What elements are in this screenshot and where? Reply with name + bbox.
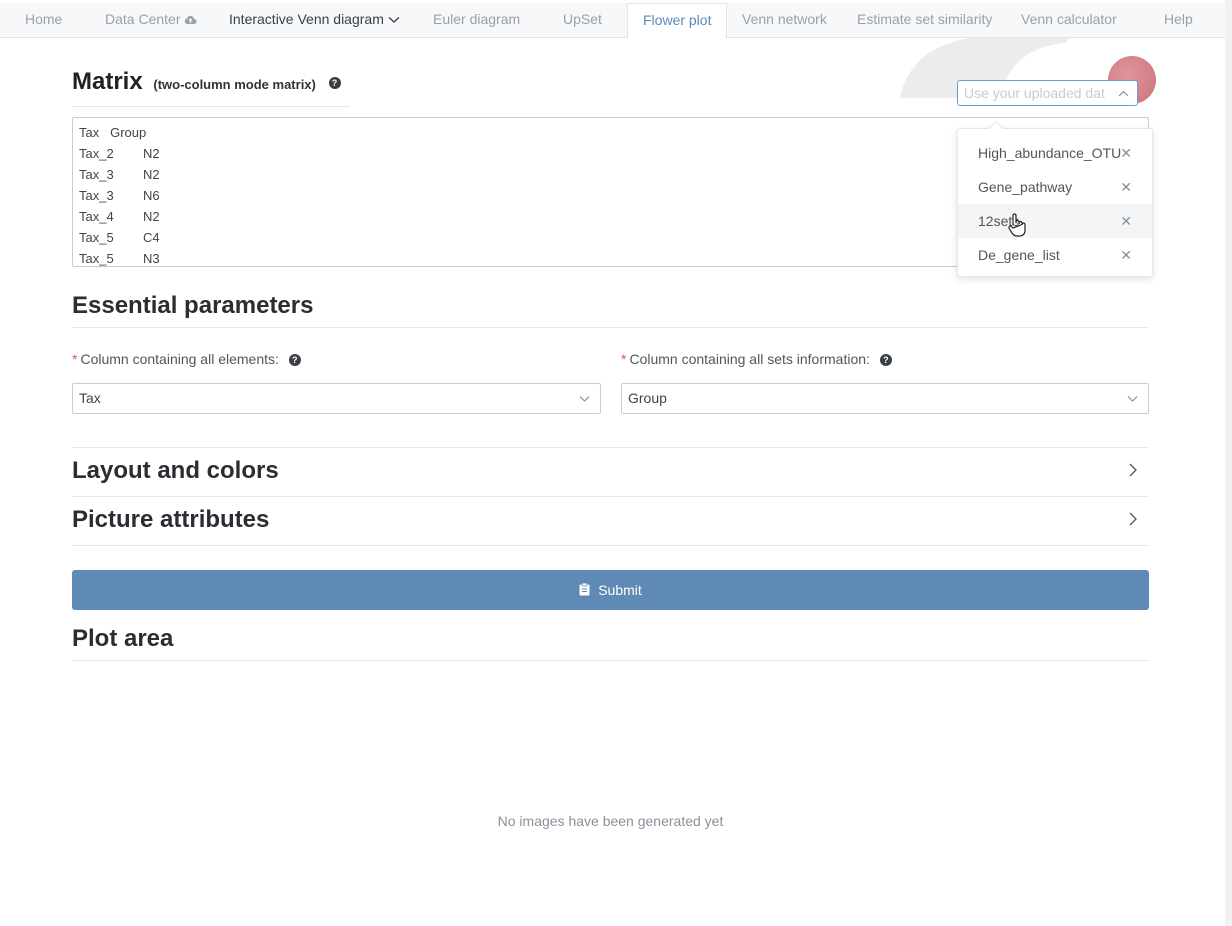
uploaded-data-placeholder: Use your uploaded dat bbox=[964, 85, 1105, 101]
uploaded-data-dropdown: High_abundance_OTU ✕ Gene_pathway ✕ 12se… bbox=[957, 120, 1153, 277]
matrix-cell: Tax_4 bbox=[79, 209, 114, 224]
nav-flower-plot[interactable]: Flower plot bbox=[627, 3, 728, 39]
nav-interactive-venn[interactable]: Interactive Venn diagram bbox=[229, 3, 400, 38]
dropdown-option[interactable]: High_abundance_OTU ✕ bbox=[958, 136, 1152, 170]
dropdown-option[interactable]: Gene_pathway ✕ bbox=[958, 170, 1152, 204]
chevron-right-icon[interactable] bbox=[1128, 463, 1138, 482]
elements-column-label: * Column containing all elements: ? bbox=[72, 351, 301, 367]
matrix-cell: C4 bbox=[143, 230, 160, 245]
matrix-cell: Tax_3 bbox=[79, 188, 114, 203]
matrix-cell: N2 bbox=[143, 209, 160, 224]
page-scrollbar[interactable] bbox=[1225, 0, 1232, 926]
elements-column-value: Tax bbox=[79, 390, 101, 406]
clipboard-icon bbox=[579, 571, 590, 611]
sets-column-value: Group bbox=[628, 390, 667, 406]
required-mark: * bbox=[621, 351, 627, 367]
matrix-divider bbox=[72, 106, 350, 107]
hand-cursor-icon bbox=[1007, 212, 1027, 243]
section-divider bbox=[72, 327, 1149, 328]
matrix-cell: N6 bbox=[143, 188, 160, 203]
nav-data-center-label: Data Center bbox=[105, 11, 181, 27]
uploaded-data-select[interactable]: Use your uploaded dat bbox=[957, 80, 1138, 106]
help-icon[interactable]: ? bbox=[328, 76, 341, 89]
elements-column-select[interactable]: Tax bbox=[72, 383, 601, 414]
matrix-cell: Group bbox=[110, 125, 147, 140]
close-icon[interactable]: ✕ bbox=[1120, 136, 1132, 170]
sets-column-label-text: Column containing all sets information: bbox=[629, 351, 870, 367]
plot-empty-message: No images have been generated yet bbox=[497, 813, 724, 829]
dropdown-option[interactable]: De_gene_list ✕ bbox=[958, 238, 1152, 272]
help-icon[interactable]: ? bbox=[288, 354, 301, 367]
matrix-cell: Tax bbox=[79, 125, 100, 140]
chevron-down-icon bbox=[388, 17, 400, 24]
help-icon[interactable]: ? bbox=[879, 354, 892, 367]
plot-area-title: Plot area bbox=[72, 625, 174, 652]
dropdown-option-label: De_gene_list bbox=[978, 247, 1060, 263]
matrix-title: Matrix (two-column mode matrix) ? bbox=[72, 68, 341, 96]
section-divider bbox=[72, 545, 1149, 546]
dropdown-option-label: High_abundance_OTU bbox=[978, 145, 1122, 161]
chevron-down-icon bbox=[1127, 384, 1138, 423]
elements-column-label-text: Column containing all elements: bbox=[80, 351, 279, 367]
nav-interactive-venn-label: Interactive Venn diagram bbox=[229, 11, 384, 27]
sets-column-label: * Column containing all sets information:… bbox=[621, 351, 892, 367]
nav-upset[interactable]: UpSet bbox=[563, 3, 602, 38]
matrix-cell: Tax_2 bbox=[79, 146, 114, 161]
section-divider bbox=[72, 447, 1149, 448]
top-nav: Home Data Center Interactive Venn diagra… bbox=[0, 3, 1225, 39]
matrix-title-text: Matrix bbox=[72, 68, 143, 95]
matrix-subtitle: (two-column mode matrix) bbox=[153, 77, 316, 92]
section-divider bbox=[72, 660, 1149, 661]
nav-data-center[interactable]: Data Center bbox=[105, 3, 197, 38]
picture-attributes-title[interactable]: Picture attributes bbox=[72, 506, 269, 534]
nav-venn-network[interactable]: Venn network bbox=[742, 3, 827, 38]
matrix-cell: N2 bbox=[143, 167, 160, 182]
section-divider bbox=[72, 496, 1149, 497]
matrix-cell: Tax_5 bbox=[79, 251, 114, 266]
submit-button[interactable]: Submit bbox=[72, 570, 1149, 610]
nav-home[interactable]: Home bbox=[25, 3, 62, 38]
essential-parameters-title: Essential parameters bbox=[72, 292, 314, 319]
sets-column-select[interactable]: Group bbox=[621, 383, 1149, 414]
layout-colors-title[interactable]: Layout and colors bbox=[72, 457, 279, 485]
required-mark: * bbox=[72, 351, 78, 367]
dropdown-option[interactable]: 12sets ✕ bbox=[958, 204, 1152, 238]
close-icon[interactable]: ✕ bbox=[1120, 204, 1132, 238]
close-icon[interactable]: ✕ bbox=[1120, 170, 1132, 204]
nav-estimate-set-similarity[interactable]: Estimate set similarity bbox=[857, 3, 992, 38]
close-icon[interactable]: ✕ bbox=[1120, 238, 1132, 272]
chevron-right-icon[interactable] bbox=[1128, 512, 1138, 531]
chevron-down-icon bbox=[579, 384, 590, 423]
nav-help[interactable]: Help bbox=[1164, 3, 1193, 38]
matrix-cell: Tax_5 bbox=[79, 230, 114, 245]
nav-venn-calculator[interactable]: Venn calculator bbox=[1021, 3, 1117, 38]
dropdown-option-label: Gene_pathway bbox=[978, 179, 1073, 195]
cloud-upload-icon bbox=[185, 16, 197, 25]
matrix-cell: Tax_3 bbox=[79, 167, 114, 182]
matrix-cell: N2 bbox=[143, 146, 160, 161]
matrix-cell: N3 bbox=[143, 251, 160, 266]
chevron-up-icon bbox=[1118, 81, 1129, 105]
nav-euler-diagram[interactable]: Euler diagram bbox=[433, 3, 520, 38]
submit-button-label: Submit bbox=[598, 582, 642, 598]
